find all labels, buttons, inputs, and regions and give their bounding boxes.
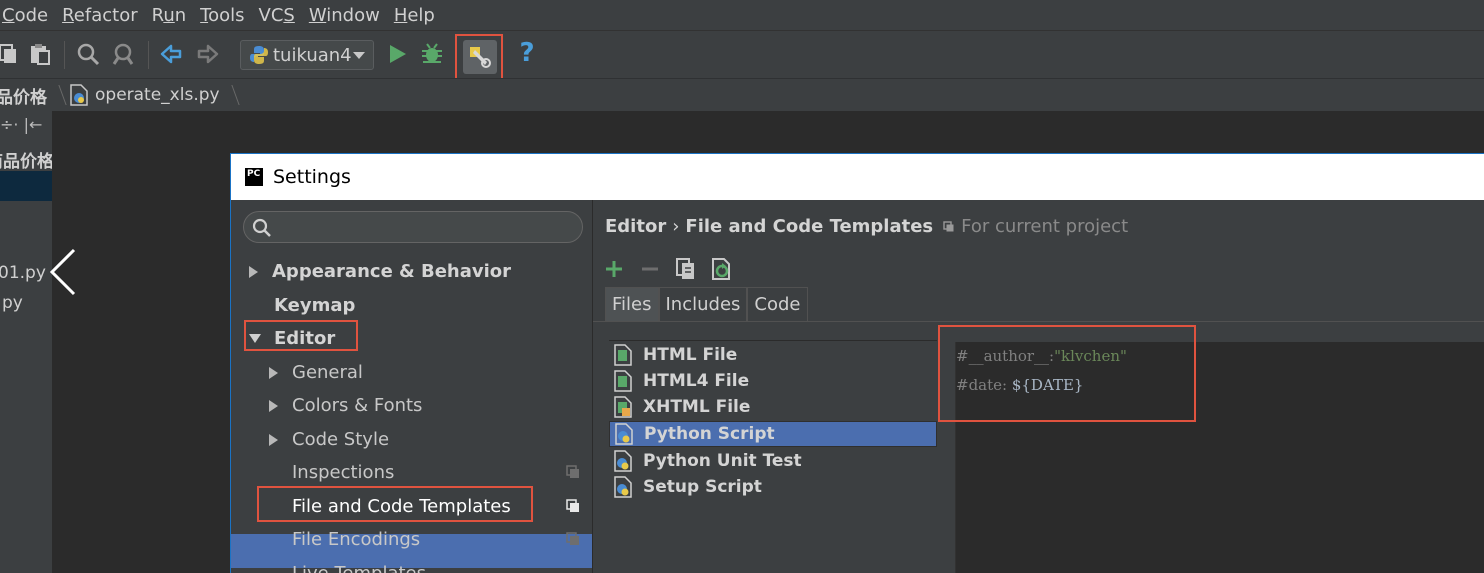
replace-icon[interactable]	[111, 41, 137, 67]
xhtml-file-icon	[614, 396, 632, 418]
search-icon	[252, 218, 271, 237]
expand-arrow-icon[interactable]	[249, 265, 258, 278]
settings-search-input[interactable]	[278, 216, 568, 238]
html-file-icon	[614, 370, 632, 392]
tree-item-code-style[interactable]: Code Style	[269, 423, 389, 456]
menu-code[interactable]: Code	[2, 5, 48, 26]
chevron-left-icon[interactable]	[50, 248, 102, 300]
paste-icon[interactable]	[27, 41, 53, 67]
run-config-label: tuikuan4	[273, 44, 352, 66]
scope-note: For current project	[943, 216, 1128, 237]
chevron-down-icon	[353, 52, 365, 59]
project-selected-row[interactable]	[0, 171, 52, 201]
breadcrumb-separator	[49, 85, 67, 105]
expand-arrow-icon[interactable]	[269, 366, 278, 379]
expand-arrow-icon[interactable]	[269, 433, 278, 446]
project-scope-icon	[566, 532, 579, 545]
breadcrumb-separator	[221, 85, 240, 105]
menu-refactor[interactable]: Refactor	[62, 5, 138, 26]
forward-arrow-icon[interactable]	[195, 41, 221, 67]
menu-run[interactable]: Run	[152, 5, 187, 26]
menu-vcs[interactable]: VCS	[259, 5, 295, 26]
highlight-editor	[244, 320, 358, 351]
menu-window[interactable]: Window	[309, 5, 380, 26]
add-icon[interactable]	[599, 254, 629, 284]
back-arrow-icon[interactable]	[158, 41, 184, 67]
python-file-icon	[614, 476, 632, 498]
tab-code[interactable]: Code	[747, 287, 808, 321]
tab-includes[interactable]: Includes	[658, 287, 748, 321]
python-file-icon	[70, 84, 88, 106]
expand-arrow-icon[interactable]	[269, 399, 278, 412]
python-file-icon	[614, 450, 632, 472]
menu-help[interactable]: Help	[394, 5, 435, 26]
project-scope-icon	[566, 499, 579, 512]
menu-bar: Code Refactor Run Tools VCS Window Help	[0, 0, 1484, 30]
templates-tabs: Files Includes Code	[605, 287, 808, 321]
copy-icon[interactable]	[0, 41, 20, 67]
tree-item-keymap[interactable]: Keymap	[274, 289, 355, 322]
toolbar-separator	[64, 41, 65, 69]
list-item[interactable]: XHTML File	[609, 394, 937, 420]
templates-toolbar	[599, 254, 743, 284]
list-item[interactable]: Setup Script	[609, 474, 937, 500]
tab-files[interactable]: Files	[605, 287, 659, 321]
remove-icon[interactable]	[635, 254, 665, 284]
help-icon[interactable]: ?	[514, 38, 540, 68]
highlight-settings-button	[455, 34, 503, 82]
menu-tools[interactable]: Tools	[200, 5, 244, 26]
list-item[interactable]: Python Unit Test	[609, 448, 937, 474]
reset-template-icon[interactable]	[707, 254, 737, 284]
python-file-icon	[615, 423, 633, 445]
project-scope-icon	[566, 465, 579, 478]
pycharm-icon: PC	[245, 168, 263, 186]
templates-list: HTML File HTML4 File XHTML File Python S…	[609, 340, 937, 573]
main-toolbar: tuikuan4	[0, 30, 1484, 78]
list-item[interactable]: Python Script	[609, 421, 937, 447]
dialog-title-bar: PC Settings	[231, 154, 1484, 200]
dialog-title: Settings	[273, 166, 351, 188]
debug-icon[interactable]	[419, 41, 445, 67]
run-configuration-dropdown[interactable]: tuikuan4	[240, 40, 374, 70]
project-file-item[interactable]: 01.py	[0, 263, 46, 283]
content-breadcrumb: Editor › File and Code Templates For cur…	[605, 216, 1129, 237]
project-tool-window: ÷· |← 商品价格 01.py py	[0, 111, 52, 573]
tree-item-general[interactable]: General	[269, 356, 363, 389]
breadcrumb-project[interactable]: 品价格	[0, 83, 47, 108]
project-folder-item[interactable]: 商品价格	[0, 147, 52, 172]
navigation-bar: 品价格 operate_xls.py	[0, 78, 1484, 111]
tree-item-live-templates[interactable]: Live Templates	[292, 557, 426, 573]
find-icon[interactable]	[75, 41, 101, 67]
project-scope-icon	[943, 220, 954, 231]
breadcrumb-file[interactable]: operate_xls.py	[95, 85, 220, 105]
tree-item-file-encodings[interactable]: File Encodings	[292, 523, 592, 556]
project-panel-tools[interactable]: ÷· |←	[0, 115, 42, 134]
run-icon[interactable]	[384, 41, 410, 67]
project-file-item[interactable]: py	[2, 293, 23, 313]
copy-template-icon[interactable]	[671, 254, 701, 284]
tree-item-inspections[interactable]: Inspections	[292, 456, 592, 489]
html-file-icon	[614, 344, 632, 366]
highlight-file-code-templates	[257, 486, 533, 522]
list-item[interactable]: HTML4 File	[609, 368, 937, 394]
list-item[interactable]: HTML File	[609, 342, 937, 368]
tree-item-appearance-behavior[interactable]: Appearance & Behavior	[249, 255, 511, 288]
tabs-divider	[593, 321, 1484, 322]
highlight-template-code	[938, 325, 1196, 422]
tree-item-colors-fonts[interactable]: Colors & Fonts	[269, 389, 422, 422]
toolbar-separator	[148, 41, 149, 69]
settings-search-box[interactable]	[243, 211, 583, 243]
python-icon	[249, 45, 269, 65]
